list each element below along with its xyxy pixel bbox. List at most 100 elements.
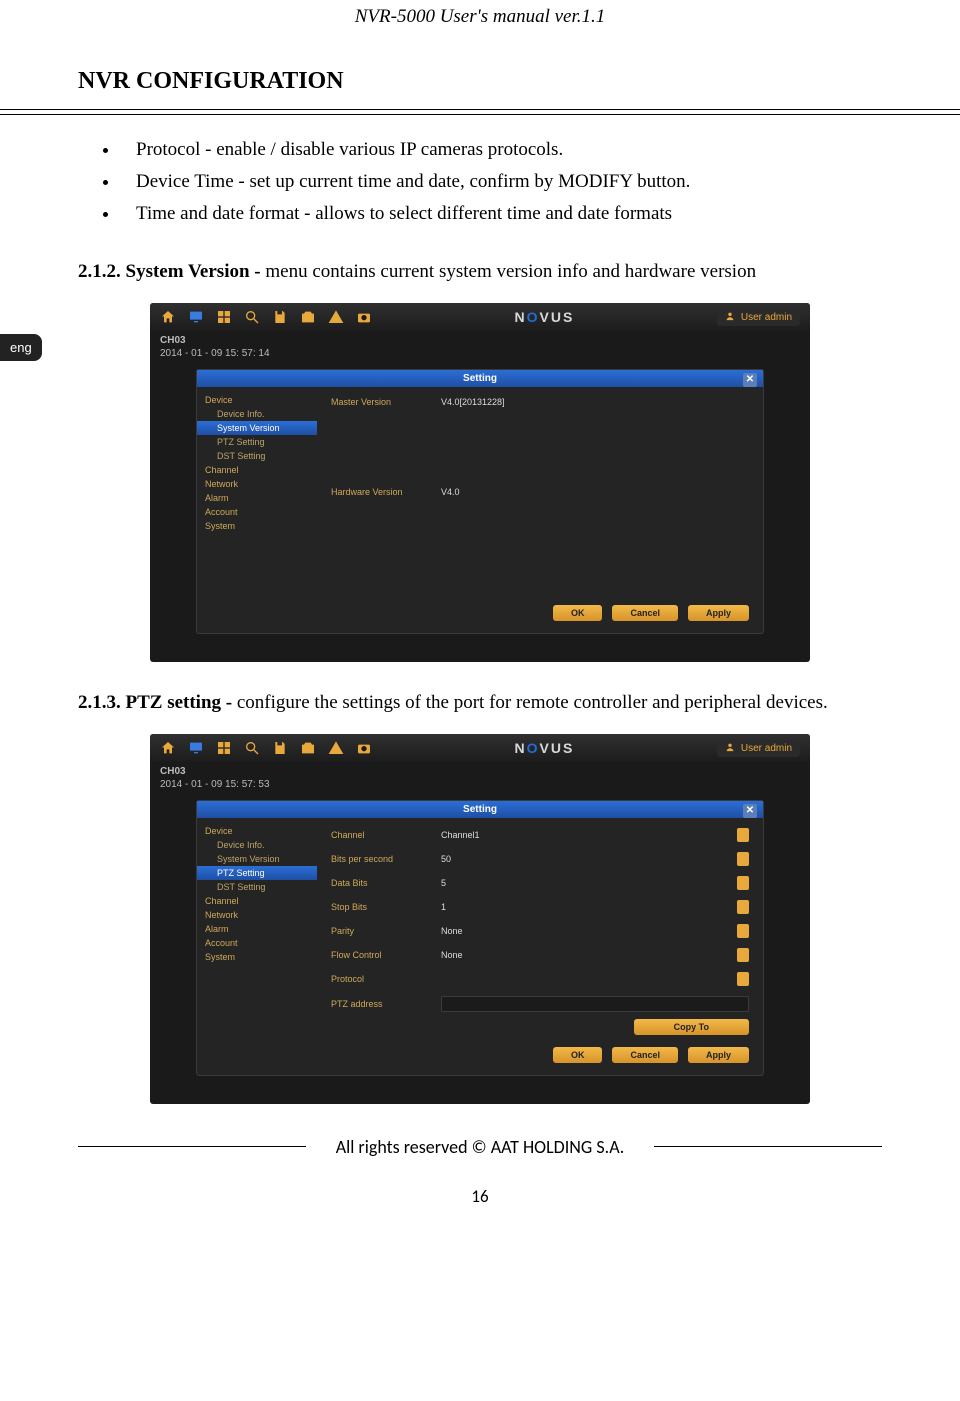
dialog-sidebar: DeviceDevice Info.System VersionPTZ Sett… (197, 818, 317, 1039)
dropdown-icon[interactable] (737, 972, 749, 986)
field-label: Hardware Version (331, 487, 441, 497)
dialog-title: Setting ✕ (197, 801, 763, 818)
sidebar-item[interactable]: System (197, 519, 317, 533)
copy-to-button[interactable]: Copy To (634, 1019, 749, 1035)
monitor-icon[interactable] (188, 309, 204, 325)
sidebar-item[interactable]: Device (197, 824, 317, 838)
field-value: 50 (441, 854, 733, 864)
brand-logo: NOVUS (515, 309, 575, 325)
subheading-text: configure the settings of the port for r… (237, 692, 828, 713)
footer: All rights reserved © AAT HOLDING S.A. (78, 1134, 882, 1160)
dialog-content: ChannelChannel1Bits per second50Data Bit… (317, 818, 763, 1039)
record-icon[interactable] (300, 309, 316, 325)
app-toolbar: NOVUS User admin (150, 734, 810, 762)
save-icon[interactable] (272, 740, 288, 756)
field-value: None (441, 926, 733, 936)
divider (0, 109, 960, 115)
field-value: V4.0 (441, 487, 460, 497)
alert-icon[interactable] (328, 309, 344, 325)
cancel-button[interactable]: Cancel (612, 605, 678, 621)
user-badge[interactable]: User admin (717, 740, 800, 757)
sidebar-item[interactable]: System Version (197, 421, 317, 435)
subheading-number: 2.1.3. PTZ setting - (78, 692, 237, 713)
subheading-number: 2.1.2. System Version - (78, 261, 265, 282)
sidebar-item[interactable]: Network (197, 908, 317, 922)
sidebar-item[interactable]: Channel (197, 894, 317, 908)
form-row: Stop Bits1 (331, 900, 749, 914)
record-icon[interactable] (300, 740, 316, 756)
cancel-button[interactable]: Cancel (612, 1047, 678, 1063)
subheading-212: 2.1.2. System Version - menu contains cu… (78, 261, 882, 283)
camera-icon[interactable] (356, 309, 372, 325)
sidebar-item[interactable]: Account (197, 505, 317, 519)
dropdown-icon[interactable] (737, 900, 749, 914)
dropdown-icon[interactable] (737, 948, 749, 962)
apply-button[interactable]: Apply (688, 605, 749, 621)
sidebar-item[interactable]: Channel (197, 463, 317, 477)
field-label: Protocol (331, 974, 441, 984)
sidebar-item[interactable]: Device (197, 393, 317, 407)
sidebar-item[interactable]: Alarm (197, 491, 317, 505)
app-toolbar: NOVUS User admin (150, 303, 810, 331)
field-value: 1 (441, 902, 733, 912)
text-input[interactable] (441, 996, 749, 1012)
sidebar-item[interactable]: DST Setting (197, 880, 317, 894)
user-icon (725, 311, 735, 324)
field-label: Bits per second (331, 854, 441, 864)
search-icon[interactable] (244, 309, 260, 325)
sidebar-item[interactable]: Device Info. (197, 407, 317, 421)
user-badge[interactable]: User admin (717, 309, 800, 326)
dropdown-icon[interactable] (737, 852, 749, 866)
user-label: User admin (741, 312, 792, 323)
save-icon[interactable] (272, 309, 288, 325)
apply-button[interactable]: Apply (688, 1047, 749, 1063)
dialog-buttons: OK Cancel Apply (197, 1039, 763, 1067)
subheading-213: 2.1.3. PTZ setting - configure the setti… (78, 692, 882, 714)
search-icon[interactable] (244, 740, 260, 756)
channel-label: CH03 (160, 335, 800, 346)
bullet-item: Time and date format - allows to select … (120, 203, 960, 225)
screenshot-ptz-setting: NOVUS User admin CH03 2014 - 01 - 09 15:… (150, 734, 810, 1104)
sidebar-item[interactable]: Device Info. (197, 838, 317, 852)
monitor-icon[interactable] (188, 740, 204, 756)
close-icon[interactable]: ✕ (743, 804, 757, 818)
dialog-sidebar: DeviceDevice Info.System VersionPTZ Sett… (197, 387, 317, 597)
form-row: ChannelChannel1 (331, 828, 749, 842)
footer-text: All rights reserved © AAT HOLDING S.A. (306, 1134, 655, 1160)
field-value: V4.0[20131228] (441, 397, 505, 407)
sidebar-item[interactable]: Network (197, 477, 317, 491)
timestamp: 2014 - 01 - 09 15: 57: 53 (160, 779, 800, 790)
dialog-content: Master Version V4.0[20131228] Hardware V… (317, 387, 763, 597)
ok-button[interactable]: OK (553, 1047, 603, 1063)
dropdown-icon[interactable] (737, 828, 749, 842)
user-icon (725, 742, 735, 755)
sidebar-item[interactable]: PTZ Setting (197, 435, 317, 449)
settings-dialog: Setting ✕ DeviceDevice Info.System Versi… (196, 369, 764, 634)
sidebar-item[interactable]: DST Setting (197, 449, 317, 463)
home-icon[interactable] (160, 309, 176, 325)
sidebar-item[interactable]: PTZ Setting (197, 866, 317, 880)
dropdown-icon[interactable] (737, 876, 749, 890)
grid-icon[interactable] (216, 309, 232, 325)
language-tab[interactable]: eng (0, 334, 42, 361)
brand-logo: NOVUS (515, 740, 575, 756)
close-icon[interactable]: ✕ (743, 373, 757, 387)
form-row: Protocol (331, 972, 749, 986)
form-row: ParityNone (331, 924, 749, 938)
sidebar-item[interactable]: System Version (197, 852, 317, 866)
sidebar-item[interactable]: System (197, 950, 317, 964)
dropdown-icon[interactable] (737, 924, 749, 938)
field-label: Master Version (331, 397, 441, 407)
camera-icon[interactable] (356, 740, 372, 756)
form-row: PTZ address (331, 996, 749, 1012)
doc-header: NVR-5000 User's manual ver.1.1 (0, 0, 960, 38)
home-icon[interactable] (160, 740, 176, 756)
grid-icon[interactable] (216, 740, 232, 756)
sidebar-item[interactable]: Account (197, 936, 317, 950)
alert-icon[interactable] (328, 740, 344, 756)
user-label: User admin (741, 743, 792, 754)
sidebar-item[interactable]: Alarm (197, 922, 317, 936)
field-label: PTZ address (331, 999, 441, 1009)
ok-button[interactable]: OK (553, 605, 603, 621)
field-value: 5 (441, 878, 733, 888)
